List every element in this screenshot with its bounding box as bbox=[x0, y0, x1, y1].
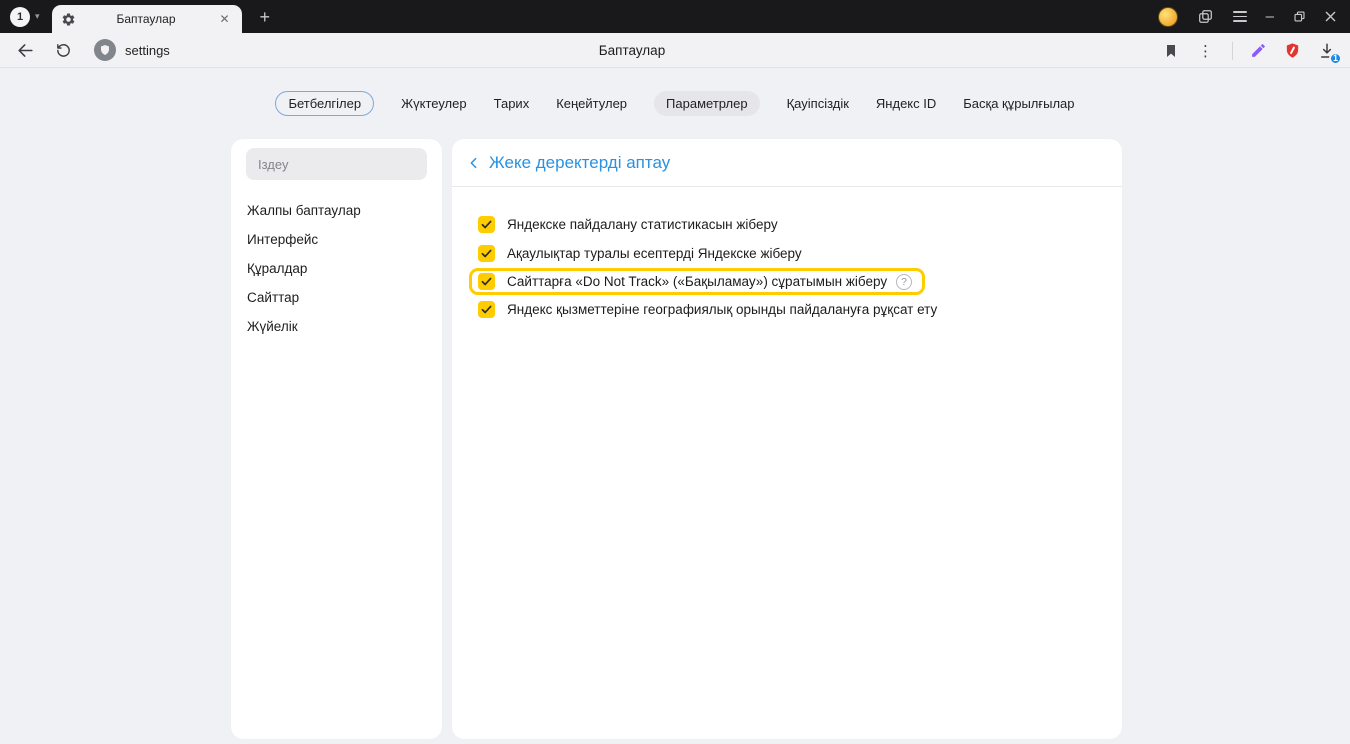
protect-shield-icon[interactable] bbox=[1284, 42, 1301, 59]
gear-icon bbox=[61, 12, 76, 27]
setting-label: Яндекске пайдалану статистикасын жіберу bbox=[507, 217, 778, 232]
back-icon[interactable] bbox=[16, 41, 35, 60]
chevron-down-icon[interactable]: ▾ bbox=[35, 11, 40, 22]
tab-count-label: 1 bbox=[17, 11, 23, 23]
bookmark-icon[interactable] bbox=[1163, 43, 1179, 59]
pen-icon[interactable] bbox=[1250, 42, 1267, 59]
sidebar-item-interface[interactable]: Интерфейс bbox=[231, 225, 442, 254]
more-icon[interactable]: ⋮ bbox=[1196, 42, 1215, 60]
tab-bookmarks[interactable]: Бетбелгілер bbox=[275, 91, 374, 116]
setting-label: Яндекс қызметтеріне географиялық орынды … bbox=[507, 302, 937, 317]
maximize-button[interactable] bbox=[1293, 10, 1306, 23]
tab-yandex-id[interactable]: Яндекс ID bbox=[876, 96, 936, 111]
checkbox-checked-icon[interactable] bbox=[478, 301, 495, 318]
tab-extensions[interactable]: Кеңейтулер bbox=[556, 96, 627, 111]
site-badge-icon[interactable] bbox=[94, 39, 116, 61]
tab-bar: 1 ▾ Баптаулар ✕ + – bbox=[0, 0, 1350, 33]
browser-tab-settings[interactable]: Баптаулар ✕ bbox=[52, 5, 242, 33]
reload-icon[interactable] bbox=[55, 42, 72, 59]
sidebar-item-sites[interactable]: Сайттар bbox=[231, 283, 442, 312]
tab-security[interactable]: Қауіпсіздік bbox=[787, 96, 849, 111]
tab-title: Баптаулар bbox=[76, 12, 217, 26]
tab-history[interactable]: Тарих bbox=[494, 96, 530, 111]
tab-other-devices[interactable]: Басқа құрылғылар bbox=[963, 96, 1074, 111]
settings-panel: Жеке деректерді аптау Яндекске пайдалану… bbox=[452, 139, 1122, 739]
setting-label: Ақаулықтар туралы есептерді Яндекске жіб… bbox=[507, 246, 802, 261]
close-window-button[interactable] bbox=[1325, 11, 1336, 22]
profile-avatar[interactable] bbox=[1158, 7, 1178, 27]
settings-sidebar: Жалпы баптаулар Интерфейс Құралдар Сайтт… bbox=[231, 139, 442, 739]
section-back-header[interactable]: Жеке деректерді аптау bbox=[452, 139, 1122, 187]
minimize-button[interactable]: – bbox=[1266, 12, 1274, 22]
new-tab-button[interactable]: + bbox=[254, 6, 277, 28]
address-bar: settings Баптаулар ⋮ 1 bbox=[0, 33, 1350, 68]
section-title: Жеке деректерді аптау bbox=[489, 153, 670, 173]
sidebar-item-tools[interactable]: Құралдар bbox=[231, 254, 442, 283]
setting-row-geolocation: Яндекс қызметтеріне географиялық орынды … bbox=[478, 300, 937, 319]
settings-rows: Яндекске пайдалану статистикасын жіберу … bbox=[452, 187, 1122, 319]
checkbox-checked-icon[interactable] bbox=[478, 273, 495, 290]
page-title: Баптаулар bbox=[599, 33, 665, 68]
toolbar-divider bbox=[1232, 42, 1233, 60]
tab-count-badge[interactable]: 1 bbox=[10, 7, 30, 27]
sidebar-item-system[interactable]: Жүйелік bbox=[231, 312, 442, 341]
setting-row-do-not-track: Сайттарға «Do Not Track» («Бақыламау») с… bbox=[469, 268, 925, 295]
tab-switcher-icon[interactable] bbox=[1197, 8, 1214, 25]
checkbox-checked-icon[interactable] bbox=[478, 216, 495, 233]
menu-icon[interactable] bbox=[1233, 11, 1247, 22]
setting-label: Сайттарға «Do Not Track» («Бақыламау») с… bbox=[507, 274, 887, 289]
tab-downloads[interactable]: Жүктеулер bbox=[401, 96, 467, 111]
sidebar-item-general[interactable]: Жалпы баптаулар bbox=[231, 196, 442, 225]
close-icon[interactable]: ✕ bbox=[216, 10, 232, 28]
download-count-badge: 1 bbox=[1329, 52, 1342, 65]
setting-row-usage-stats: Яндекске пайдалану статистикасын жіберу bbox=[478, 215, 778, 234]
search-input[interactable] bbox=[246, 148, 427, 180]
addressbar-right-controls: ⋮ 1 bbox=[1163, 33, 1336, 68]
sidebar-list: Жалпы баптаулар Интерфейс Құралдар Сайтт… bbox=[231, 180, 442, 341]
tabbar-right-controls: – bbox=[1158, 7, 1336, 27]
checkbox-checked-icon[interactable] bbox=[478, 245, 495, 262]
chevron-left-icon bbox=[466, 155, 482, 171]
help-icon[interactable]: ? bbox=[896, 274, 912, 290]
settings-nav: Бетбелгілер Жүктеулер Тарих Кеңейтулер П… bbox=[0, 89, 1350, 117]
url-text[interactable]: settings bbox=[125, 43, 170, 58]
setting-row-crash-reports: Ақаулықтар туралы есептерді Яндекске жіб… bbox=[478, 244, 802, 263]
tab-settings[interactable]: Параметрлер bbox=[654, 91, 760, 116]
download-icon[interactable]: 1 bbox=[1318, 42, 1336, 60]
